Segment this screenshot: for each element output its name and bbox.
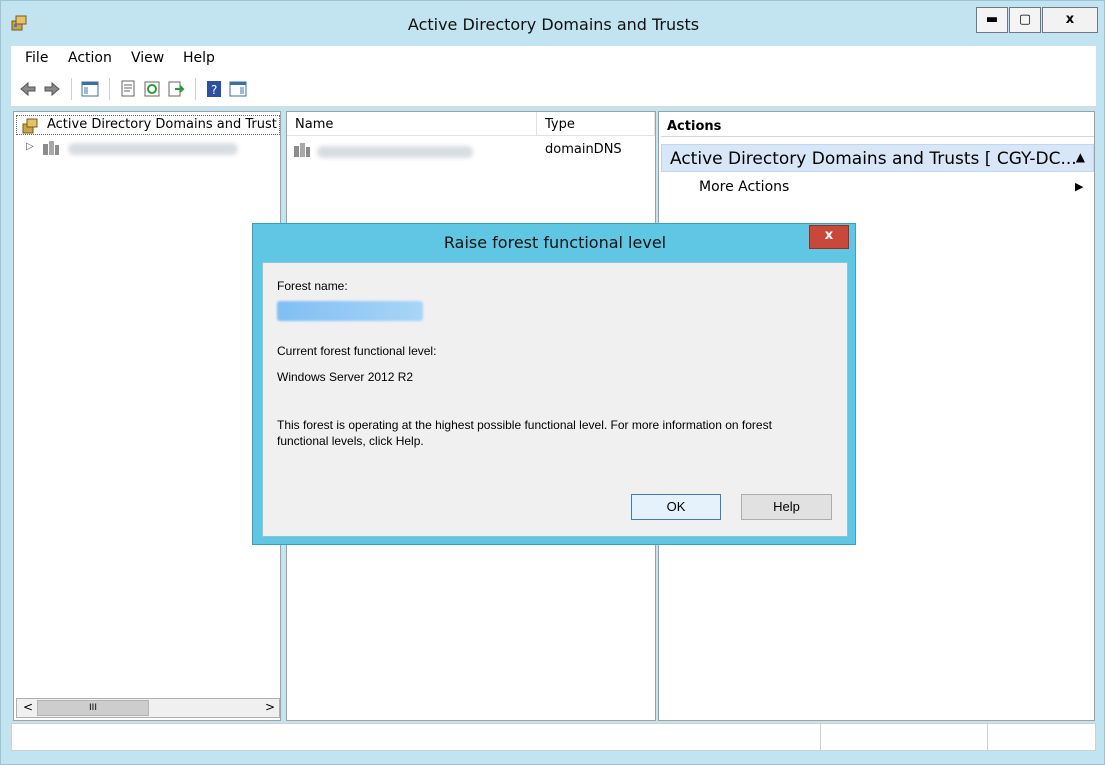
minimize-button[interactable]: ▬ [976, 7, 1008, 33]
domain-icon [294, 143, 310, 157]
tree-domain-node[interactable]: ▷ [26, 140, 276, 158]
info-message-line1: This forest is operating at the highest … [277, 418, 772, 432]
dialog-title: Raise forest functional level [443, 233, 667, 252]
toolbar-separator [195, 78, 196, 100]
redacted-domain-name [68, 143, 238, 155]
more-actions-label: More Actions [699, 179, 790, 195]
status-separator [820, 724, 821, 750]
more-actions-item[interactable]: More Actions [699, 179, 789, 195]
scroll-thumb-grip: III [89, 703, 97, 713]
dialog-close-button[interactable]: x [809, 225, 849, 249]
actions-group-header[interactable]: Active Directory Domains and Trusts [ CG… [661, 144, 1094, 172]
window-title: Active Directory Domains and Trusts [407, 15, 700, 34]
tree-root-node[interactable]: Active Directory Domains and Trust [16, 115, 280, 135]
current-level-label: Current forest functional level: [277, 344, 437, 358]
show-hide-action-pane-icon[interactable] [229, 80, 247, 98]
domain-icon [43, 141, 59, 155]
redacted-domain-name [317, 146, 473, 158]
current-level-value: Windows Server 2012 R2 [277, 370, 414, 384]
raise-forest-level-dialog: Raise forest functional level x Forest n… [252, 223, 856, 545]
scroll-right-arrow[interactable]: > [265, 700, 275, 714]
submenu-arrow-icon[interactable]: ▶ [1075, 180, 1083, 193]
column-header-type[interactable]: Type [537, 112, 655, 136]
menu-action[interactable]: Action [68, 50, 112, 66]
help-icon[interactable]: ? [205, 80, 223, 98]
menu-bar: File Action View Help [11, 46, 1096, 71]
scroll-thumb[interactable]: III [37, 700, 149, 716]
ad-domains-trusts-icon [22, 118, 38, 134]
menu-file[interactable]: File [25, 50, 48, 66]
expand-arrow-icon[interactable]: ▷ [26, 141, 34, 152]
title-bar[interactable]: Active Directory Domains and Trusts ▬ ▢ … [1, 1, 1105, 46]
console-tree-pane[interactable]: Active Directory Domains and Trust ▷ < I… [13, 111, 281, 721]
toolbar-separator [71, 78, 72, 100]
scroll-left-arrow[interactable]: < [23, 700, 33, 714]
properties-icon[interactable] [119, 80, 137, 98]
help-button[interactable]: Help [741, 494, 832, 520]
dialog-body: Forest name: Current forest functional l… [262, 262, 848, 537]
close-button[interactable]: x [1042, 7, 1098, 33]
back-icon[interactable] [19, 80, 37, 98]
maximize-button[interactable]: ▢ [1009, 7, 1041, 33]
column-header-name[interactable]: Name [287, 112, 537, 136]
menu-view[interactable]: View [131, 50, 164, 66]
toolbar: ? [11, 71, 1096, 107]
row-type: domainDNS [545, 142, 622, 157]
horizontal-scrollbar[interactable]: < III > [16, 698, 280, 718]
status-separator [987, 724, 988, 750]
refresh-icon[interactable] [143, 80, 161, 98]
actions-header: Actions [661, 115, 1094, 137]
list-header: Name Type [287, 112, 655, 136]
actions-group-label: Active Directory Domains and Trusts [ CG… [670, 149, 1077, 169]
list-row[interactable]: domainDNS [293, 142, 651, 162]
ok-button[interactable]: OK [631, 494, 721, 520]
redacted-forest-name [277, 301, 423, 321]
toolbar-separator [109, 78, 110, 100]
forest-name-label: Forest name: [277, 279, 348, 293]
tree-root-label: Active Directory Domains and Trust [47, 117, 277, 132]
info-message-line2: functional levels, click Help. [277, 434, 424, 448]
svg-text:?: ? [211, 83, 217, 97]
export-list-icon[interactable] [167, 80, 185, 98]
collapse-arrow-icon[interactable]: ▲ [1076, 150, 1085, 164]
status-bar [11, 723, 1096, 751]
forward-icon[interactable] [43, 80, 61, 98]
menu-help[interactable]: Help [183, 50, 215, 66]
show-hide-console-tree-icon[interactable] [81, 80, 99, 98]
